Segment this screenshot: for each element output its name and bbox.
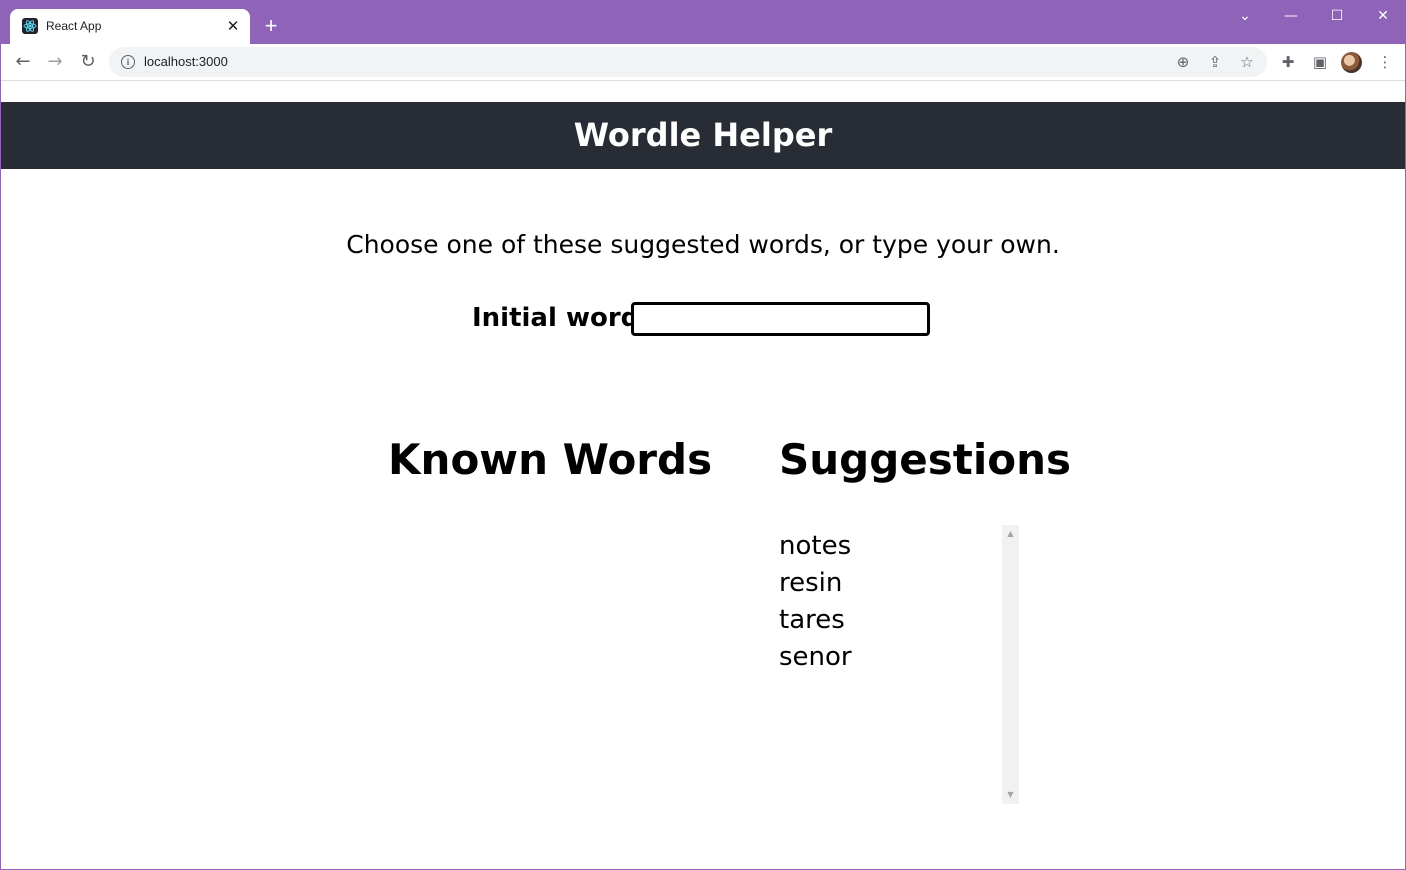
extensions-icon[interactable]: ✚ (1276, 50, 1300, 74)
browser-toolbar: ← → ↻ i localhost:3000 ⊕ ⇪ ☆ ✚ ▣ ⋮ (1, 44, 1405, 81)
tab-title: React App (46, 19, 102, 33)
initial-word-label: Initial word (472, 303, 640, 333)
browser-window: React App ✕ + ⌄ — ☐ ✕ ← → ↻ i localhost:… (0, 0, 1406, 870)
bookmark-star-icon[interactable]: ☆ (1236, 51, 1258, 73)
suggestion-item[interactable]: tares (779, 602, 1019, 639)
new-tab-button[interactable]: + (259, 14, 283, 38)
reload-icon[interactable]: ↻ (76, 50, 100, 74)
profile-avatar[interactable] (1341, 52, 1362, 73)
close-window-icon[interactable]: ✕ (1368, 5, 1398, 27)
side-panel-icon[interactable]: ▣ (1308, 50, 1332, 74)
suggestion-item[interactable]: notes (779, 528, 1019, 565)
maximize-icon[interactable]: ☐ (1322, 5, 1352, 27)
site-info-icon[interactable]: i (121, 55, 135, 69)
tab-close-icon[interactable]: ✕ (224, 17, 242, 35)
tab-strip: React App ✕ + ⌄ — ☐ ✕ (1, 1, 1405, 44)
browser-menu-icon[interactable]: ⋮ (1373, 50, 1397, 74)
forward-icon[interactable]: → (43, 50, 67, 74)
url-text[interactable]: localhost:3000 (144, 54, 228, 69)
app-header: Wordle Helper (1, 102, 1405, 169)
suggestions-heading: Suggestions (779, 435, 1071, 484)
tab-search-icon[interactable]: ⌄ (1230, 5, 1260, 27)
instructions-text: Choose one of these suggested words, or … (346, 230, 1060, 259)
scroll-up-arrow-icon[interactable]: ▲ (1002, 527, 1019, 541)
app-title: Wordle Helper (573, 116, 833, 154)
zoom-icon[interactable]: ⊕ (1172, 51, 1194, 73)
minimize-icon[interactable]: — (1276, 5, 1306, 27)
share-icon[interactable]: ⇪ (1204, 51, 1226, 73)
back-icon[interactable]: ← (11, 50, 35, 74)
known-words-heading: Known Words (388, 435, 713, 484)
suggestion-item[interactable]: senor (779, 639, 1019, 676)
suggestion-item[interactable]: resin (779, 565, 1019, 602)
react-logo-icon (22, 18, 38, 34)
initial-word-input[interactable] (631, 302, 930, 336)
scroll-down-arrow-icon[interactable]: ▼ (1002, 788, 1019, 802)
browser-tab[interactable]: React App ✕ (10, 9, 250, 44)
suggestions-list-box[interactable]: notes resin tares senor (779, 525, 1019, 804)
suggestions-scrollbar[interactable]: ▲ ▼ (1002, 525, 1019, 804)
suggestions-list: notes resin tares senor (779, 525, 1019, 676)
address-bar[interactable]: i localhost:3000 ⊕ ⇪ ☆ (109, 47, 1267, 77)
